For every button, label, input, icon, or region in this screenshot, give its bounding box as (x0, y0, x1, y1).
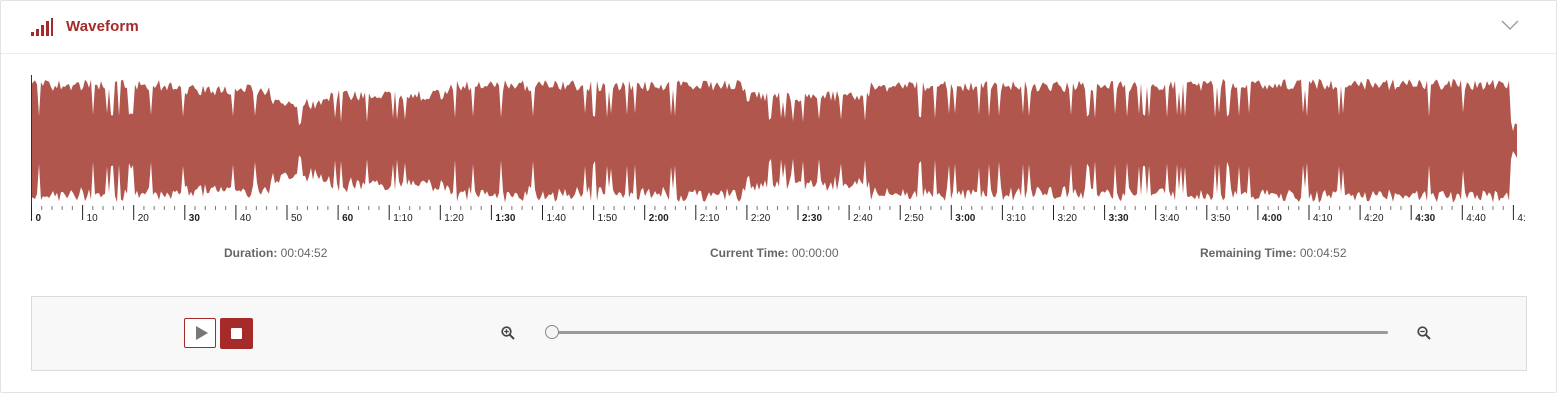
zoom-in-icon[interactable] (501, 326, 515, 340)
play-icon (196, 326, 208, 340)
remaining-time-label: Remaining Time: (1200, 246, 1297, 260)
zoom-slider-thumb[interactable] (545, 325, 559, 339)
timeline-label: 3:10 (1006, 213, 1026, 223)
panel-header[interactable]: Waveform (1, 1, 1556, 54)
timeline-label: 1:50 (598, 213, 618, 223)
duration-stat: Duration: 00:04:52 (224, 246, 327, 260)
timeline-label: 3:20 (1058, 213, 1078, 223)
play-button[interactable] (184, 318, 216, 348)
timeline-label: 1:40 (547, 213, 567, 223)
waveform-shape (31, 78, 1517, 203)
timeline-label: 60 (342, 213, 354, 223)
timeline-label: 40 (240, 213, 252, 223)
waveform-canvas[interactable]: 0 10 20 30 40 50 60 1:10 1:20 1:30 1:40 1:50 2:00 2:1… (31, 75, 1527, 223)
remaining-time-value: 00:04:52 (1299, 246, 1347, 260)
panel-title: Waveform (66, 18, 139, 35)
stop-icon (231, 328, 242, 339)
timeline-label: 2:00 (649, 213, 669, 223)
remaining-time-stat: Remaining Time: 00:04:52 (1200, 246, 1347, 260)
timeline-label: 4:20 (1364, 213, 1384, 223)
timeline-label: 1:10 (393, 213, 413, 223)
timeline-label: 1:30 (495, 213, 515, 223)
timeline-label: 10 (87, 213, 99, 223)
timeline-label: 1:20 (444, 213, 464, 223)
timeline-label: 4:00 (1262, 213, 1282, 223)
waveform-panel: Waveform 0 10 20 30 40 50 60 1:10 1:20 1:30 1:40 1:… (0, 0, 1557, 393)
timeline-label: 4:10 (1313, 213, 1333, 223)
timeline-label: 30 (189, 213, 201, 223)
timeline-label: 2:30 (802, 213, 822, 223)
timeline-label: 2:10 (700, 213, 720, 223)
timeline-label: 3:40 (1160, 213, 1180, 223)
timeline-label: 4: (1517, 213, 1525, 223)
stop-button[interactable] (220, 318, 253, 349)
zoom-slider[interactable] (545, 325, 1388, 339)
timeline-label: 2:50 (904, 213, 924, 223)
duration-label: Duration: (224, 246, 278, 260)
chevron-down-icon[interactable] (1501, 19, 1519, 31)
timeline-label: 3:50 (1211, 213, 1231, 223)
timeline-label: 20 (138, 213, 150, 223)
signal-bars-icon (31, 18, 53, 36)
timeline-label: 50 (291, 213, 303, 223)
timeline-label: 0 (36, 213, 42, 223)
timeline-label: 3:30 (1109, 213, 1129, 223)
zoom-out-icon[interactable] (1417, 326, 1431, 340)
current-time-stat: Current Time: 00:00:00 (710, 246, 839, 260)
waveform-display[interactable]: 0 10 20 30 40 50 60 1:10 1:20 1:30 1:40 1:50 2:00 2:1… (31, 75, 1527, 223)
duration-value: 00:04:52 (280, 246, 328, 260)
timeline-label: 2:40 (853, 213, 873, 223)
current-time-label: Current Time: (710, 246, 789, 260)
timeline-label: 3:00 (955, 213, 975, 223)
current-time-value: 00:00:00 (791, 246, 839, 260)
player-controls (31, 296, 1527, 371)
timeline-label: 4:30 (1415, 213, 1435, 223)
timeline-label: 4:40 (1466, 213, 1486, 223)
timeline-label: 2:20 (751, 213, 771, 223)
